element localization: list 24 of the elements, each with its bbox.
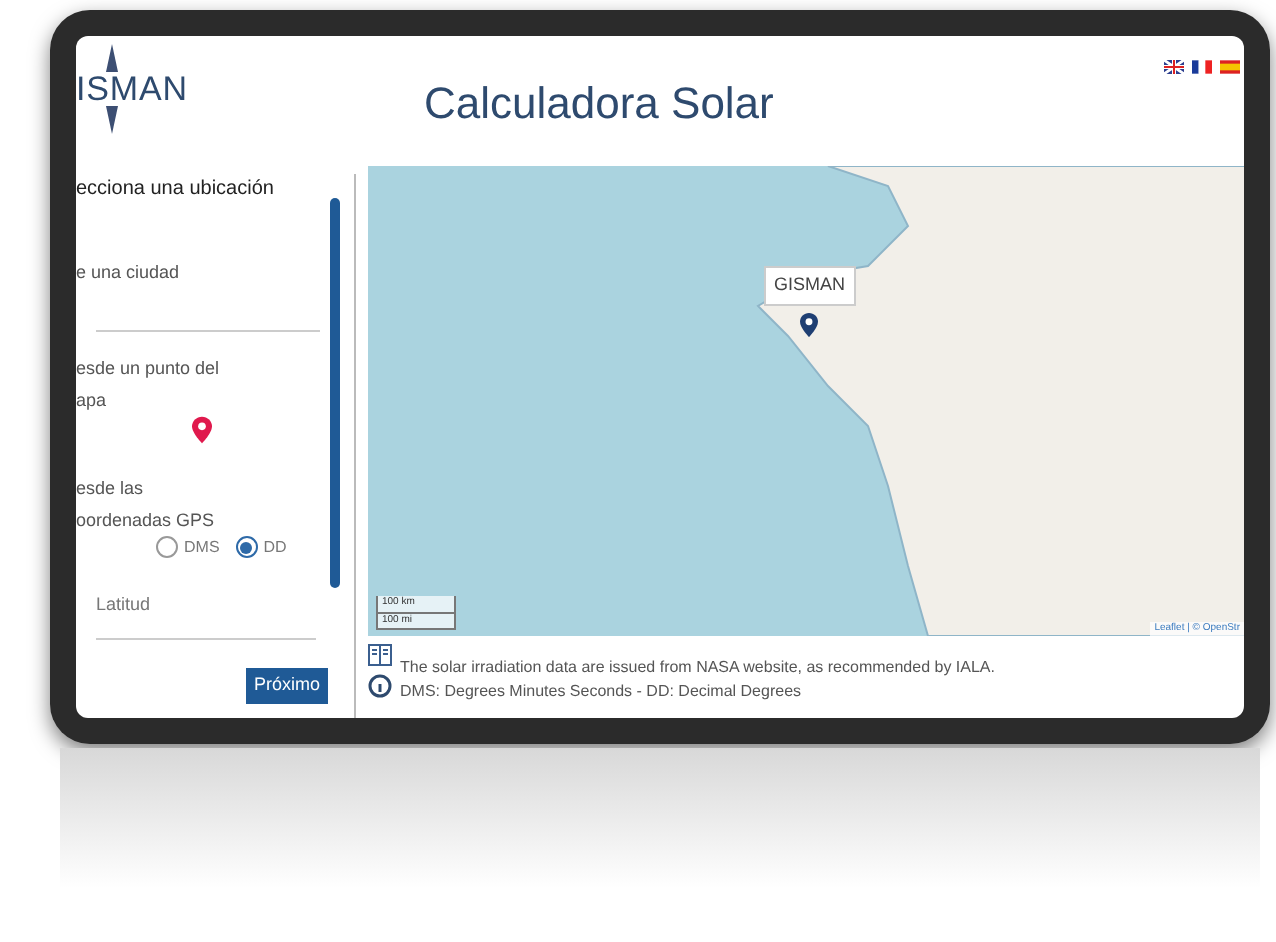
flag-icon[interactable] [1192, 60, 1212, 74]
map-popup: GISMAN [764, 266, 856, 305]
book-icon [368, 644, 392, 666]
flag-icon[interactable] [1164, 60, 1184, 74]
note-text: DMS: Degrees Minutes Seconds - DD: Decimal Degrees [400, 680, 804, 704]
map-pin-icon [800, 311, 819, 337]
option-label: apa [76, 387, 109, 414]
logo-mark-icon [104, 106, 120, 134]
map-pin-icon [192, 415, 212, 443]
page-title: Calculadora Solar [424, 76, 774, 132]
sidebar-heading: ecciona una ubicación [76, 176, 276, 204]
scrollbar-thumb[interactable] [330, 198, 340, 588]
note-text: The solar irradiation data are issued from NASA website, as recommended by IALA. [400, 656, 995, 680]
option-label: esde las [76, 475, 146, 501]
format-radio[interactable]: DD [235, 535, 287, 559]
format-radio[interactable]: DMS [156, 535, 220, 559]
logo-text: ISMAN [76, 72, 188, 106]
option-label: e una ciudad [76, 260, 182, 286]
info-icon [368, 674, 392, 698]
next-button[interactable]: Próximo [245, 668, 328, 703]
option-label: oordenadas GPS [76, 507, 217, 533]
latitude-input-field[interactable]: Latitud [96, 591, 316, 640]
option-label: esde un punto del [76, 355, 222, 382]
logo-mark-icon [104, 44, 120, 72]
